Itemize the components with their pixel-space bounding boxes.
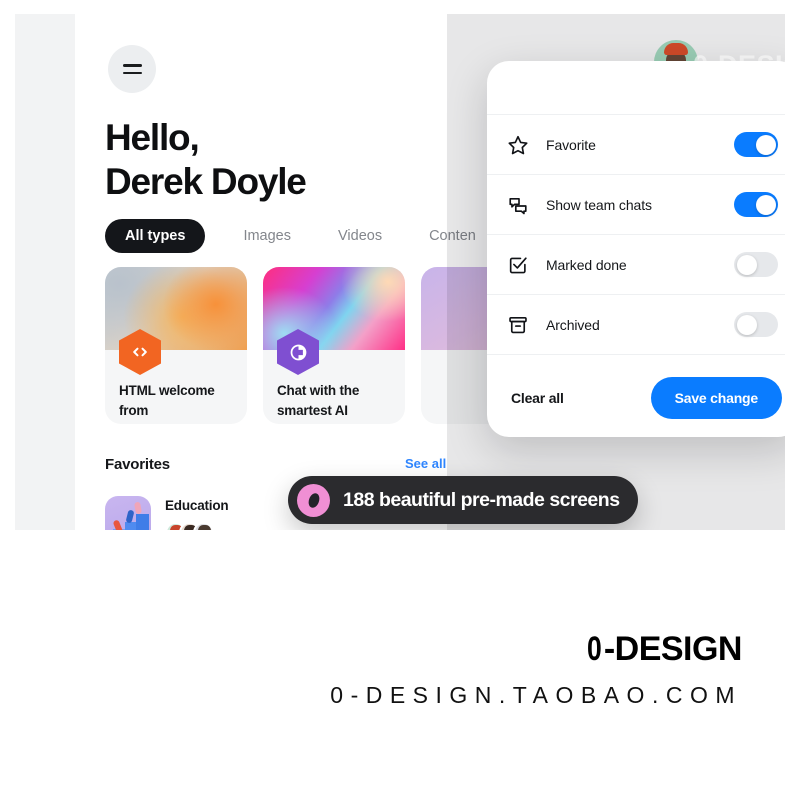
tab-images[interactable]: Images bbox=[243, 219, 291, 253]
brand-logo: 0-DESIGN bbox=[585, 630, 742, 669]
favorites-header: Favorites See all bbox=[105, 456, 785, 473]
option-label: Show team chats bbox=[546, 196, 652, 213]
type-filter-tabs: All types Images Videos Conten bbox=[105, 219, 523, 253]
favorites-item-name: Education bbox=[165, 498, 229, 513]
archive-icon bbox=[507, 314, 529, 336]
page-title: Hello, Derek Doyle bbox=[105, 117, 307, 202]
brand-url: 0-DESIGN.TAOBAO.COM bbox=[330, 682, 742, 708]
toggle-knob bbox=[736, 314, 757, 335]
member-avatar bbox=[193, 522, 214, 530]
app-window: Hello, Derek Doyle All types Images Vide… bbox=[75, 14, 785, 530]
option-label: Marked done bbox=[546, 256, 627, 273]
save-change-button[interactable]: Save change bbox=[650, 377, 782, 419]
option-row-show-team-chats[interactable]: Show team chats bbox=[487, 175, 785, 235]
modal-footer: Clear all Save change bbox=[487, 355, 785, 437]
screenshot-canvas: Hello, Derek Doyle All types Images Vide… bbox=[15, 14, 785, 530]
member-avatar-group bbox=[165, 522, 228, 530]
favorites-list-item[interactable]: Education bbox=[105, 496, 229, 530]
hamburger-icon-line bbox=[122, 64, 142, 67]
toast-banner: 188 beautiful pre-made screens bbox=[288, 476, 638, 524]
toggle-knob bbox=[755, 134, 776, 155]
chats-icon bbox=[507, 194, 529, 216]
favorites-title: Favorites bbox=[105, 456, 170, 473]
hamburger-icon-line bbox=[122, 71, 142, 74]
tab-all-types[interactable]: All types bbox=[105, 219, 206, 253]
illustration-figure bbox=[134, 501, 142, 515]
tab-videos[interactable]: Videos bbox=[338, 219, 382, 253]
clear-all-button[interactable]: Clear all bbox=[511, 390, 564, 406]
favorites-item-meta: Education bbox=[165, 496, 229, 530]
illustration-step bbox=[136, 514, 149, 530]
avatar-hat bbox=[664, 43, 688, 55]
tab-content[interactable]: Conten bbox=[429, 219, 476, 253]
card-title: HTML welcome from bbox=[119, 383, 215, 418]
education-illustration bbox=[105, 496, 151, 530]
see-all-link[interactable]: See all bbox=[405, 456, 446, 471]
brand-logo-text: -DESIGN bbox=[603, 630, 743, 668]
filter-modal: Favorite Show team chats Marked done Arc… bbox=[487, 61, 785, 437]
option-row-favorite[interactable]: Favorite bbox=[487, 115, 785, 175]
o-design-mark-icon bbox=[297, 483, 330, 517]
card-title: Chat with the smartest AI bbox=[277, 383, 360, 418]
toggle-knob bbox=[736, 254, 757, 275]
modal-header bbox=[487, 61, 785, 115]
checkbox-icon bbox=[507, 254, 529, 276]
toggle-favorite[interactable] bbox=[734, 132, 778, 157]
toast-text: 188 beautiful pre-made screens bbox=[343, 488, 620, 511]
content-card[interactable]: Chat with the smartest AI bbox=[263, 267, 405, 424]
hamburger-menu-button[interactable] bbox=[108, 45, 156, 93]
content-card[interactable]: HTML welcome from bbox=[105, 267, 247, 424]
option-label: Favorite bbox=[546, 136, 596, 153]
brand-logo-mark: 0 bbox=[587, 630, 602, 668]
page-root: Hello, Derek Doyle All types Images Vide… bbox=[0, 0, 800, 800]
option-label: Archived bbox=[546, 316, 600, 333]
option-row-archived[interactable]: Archived bbox=[487, 295, 785, 355]
toggle-archived[interactable] bbox=[734, 312, 778, 337]
toggle-knob bbox=[755, 194, 776, 215]
option-row-marked-done[interactable]: Marked done bbox=[487, 235, 785, 295]
star-icon bbox=[507, 134, 529, 156]
toggle-show-team-chats[interactable] bbox=[734, 192, 778, 217]
toggle-marked-done[interactable] bbox=[734, 252, 778, 277]
